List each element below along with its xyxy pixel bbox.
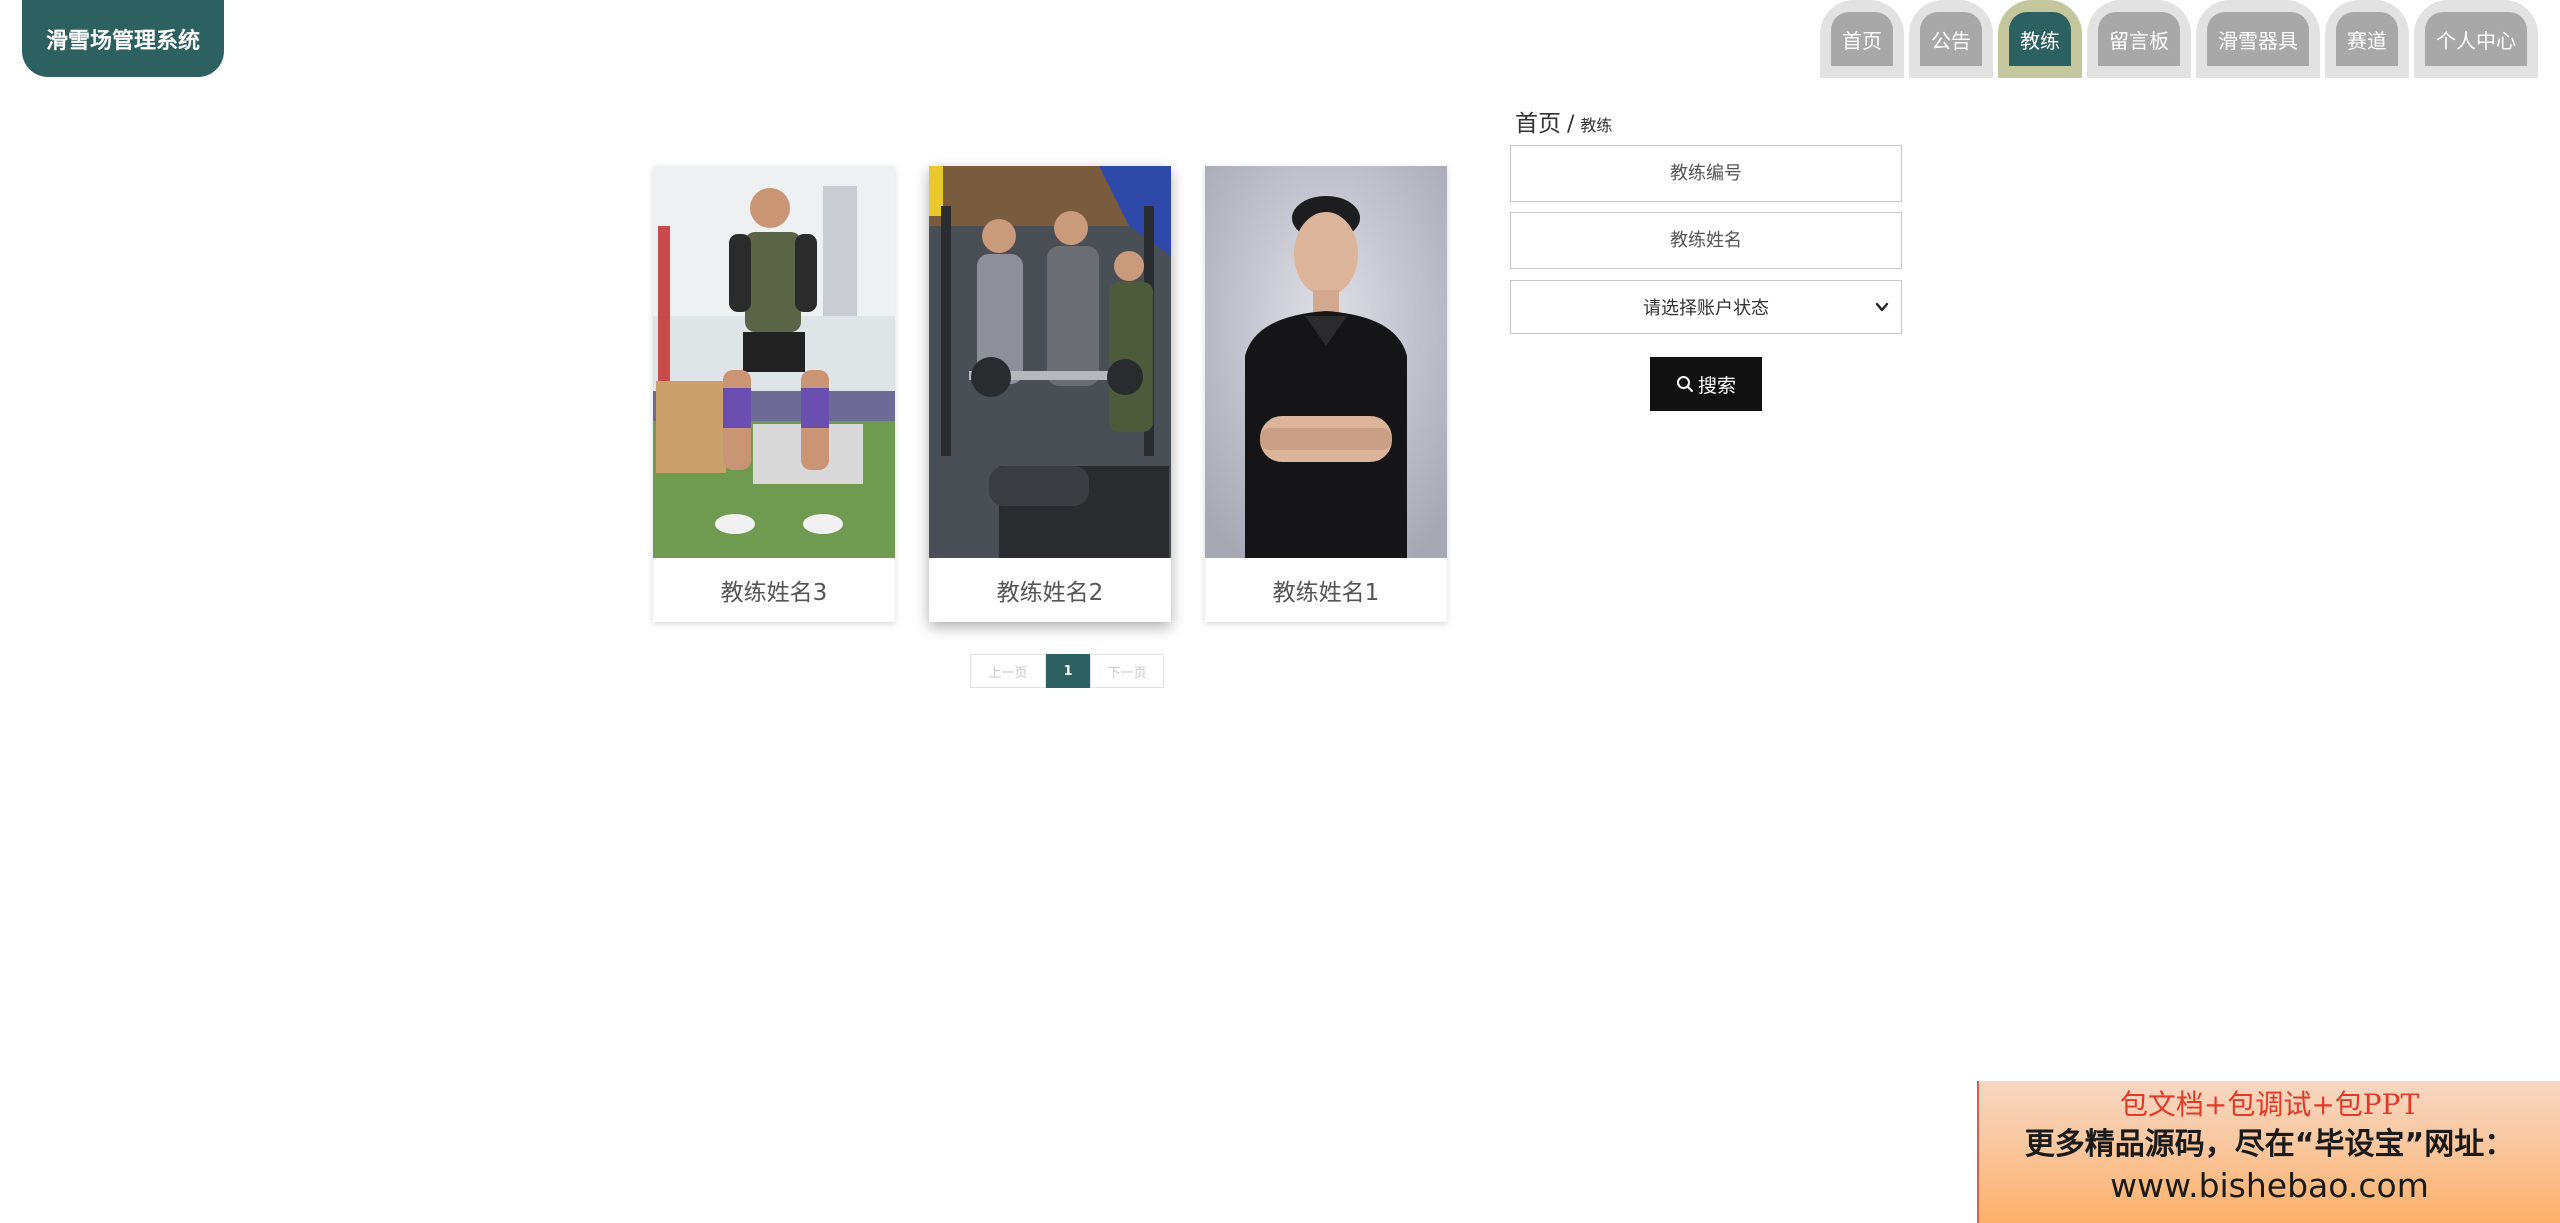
account-status-select-value: 请选择账户状态	[1643, 298, 1769, 319]
nav-item-ski-equipment[interactable]: 滑雪器具	[2196, 0, 2320, 78]
coach-name: 教练姓名3	[720, 580, 828, 606]
coach-photo[interactable]	[653, 166, 895, 558]
search-button[interactable]: 搜索	[1650, 357, 1762, 411]
top-nav: 首页 公告 教练 留言板 滑雪器具 赛道 个人中心	[1820, 0, 2538, 78]
account-status-select[interactable]: 请选择账户状态	[1510, 280, 1902, 334]
coach-card[interactable]: 教练姓名3	[653, 166, 895, 622]
coach-photo[interactable]	[929, 166, 1171, 558]
coach-name: 教练姓名2	[996, 580, 1104, 606]
nav-item-label: 首页	[1831, 12, 1893, 66]
coach-card[interactable]: 教练姓名2	[929, 166, 1171, 622]
nav-item-tracks[interactable]: 赛道	[2325, 0, 2409, 78]
app-logo[interactable]: 滑雪场管理系统	[22, 0, 224, 77]
breadcrumb: 首页 / 教练	[1515, 104, 1612, 138]
coach-name: 教练姓名1	[1272, 580, 1380, 606]
coach-card[interactable]: 教练姓名1	[1205, 166, 1447, 622]
breadcrumb-separator: /	[1567, 112, 1575, 137]
nav-item-message-board[interactable]: 留言板	[2087, 0, 2191, 78]
search-button-label: 搜索	[1697, 374, 1736, 397]
coach-photo[interactable]	[1205, 166, 1447, 558]
nav-item-label: 公告	[1920, 12, 1982, 66]
nav-item-label: 留言板	[2098, 12, 2180, 66]
pagination: 上一页 1 下一页	[970, 654, 1164, 688]
app-title: 滑雪场管理系统	[45, 28, 200, 54]
nav-item-label: 教练	[2009, 12, 2071, 66]
next-page-button[interactable]: 下一页	[1090, 654, 1164, 688]
coach-number-input[interactable]	[1510, 145, 1902, 202]
page-1-button[interactable]: 1	[1046, 654, 1090, 688]
search-icon	[1676, 376, 1693, 392]
nav-item-label: 滑雪器具	[2207, 12, 2309, 66]
nav-item-label: 赛道	[2336, 12, 2398, 66]
nav-item-label: 个人中心	[2425, 12, 2527, 66]
nav-item-coaches[interactable]: 教练	[1998, 0, 2082, 78]
promo-url: www.bishebao.com	[2110, 1166, 2429, 1205]
breadcrumb-home[interactable]: 首页	[1515, 104, 1561, 138]
nav-item-announcements[interactable]: 公告	[1909, 0, 1993, 78]
nav-item-home[interactable]: 首页	[1820, 0, 1904, 78]
chevron-down-icon	[1875, 302, 1889, 312]
promo-line-1: 包文档+包调试+包PPT	[2119, 1088, 2420, 1121]
nav-item-profile[interactable]: 个人中心	[2414, 0, 2538, 78]
promo-line-2: 更多精品源码，尽在“毕设宝”网址：	[2024, 1127, 2515, 1162]
prev-page-button[interactable]: 上一页	[970, 654, 1046, 688]
coach-name-input[interactable]	[1510, 212, 1902, 269]
promo-banner[interactable]: 包文档+包调试+包PPT 更多精品源码，尽在“毕设宝”网址： www.bishe…	[1977, 1081, 2560, 1223]
breadcrumb-current: 教练	[1580, 116, 1613, 135]
